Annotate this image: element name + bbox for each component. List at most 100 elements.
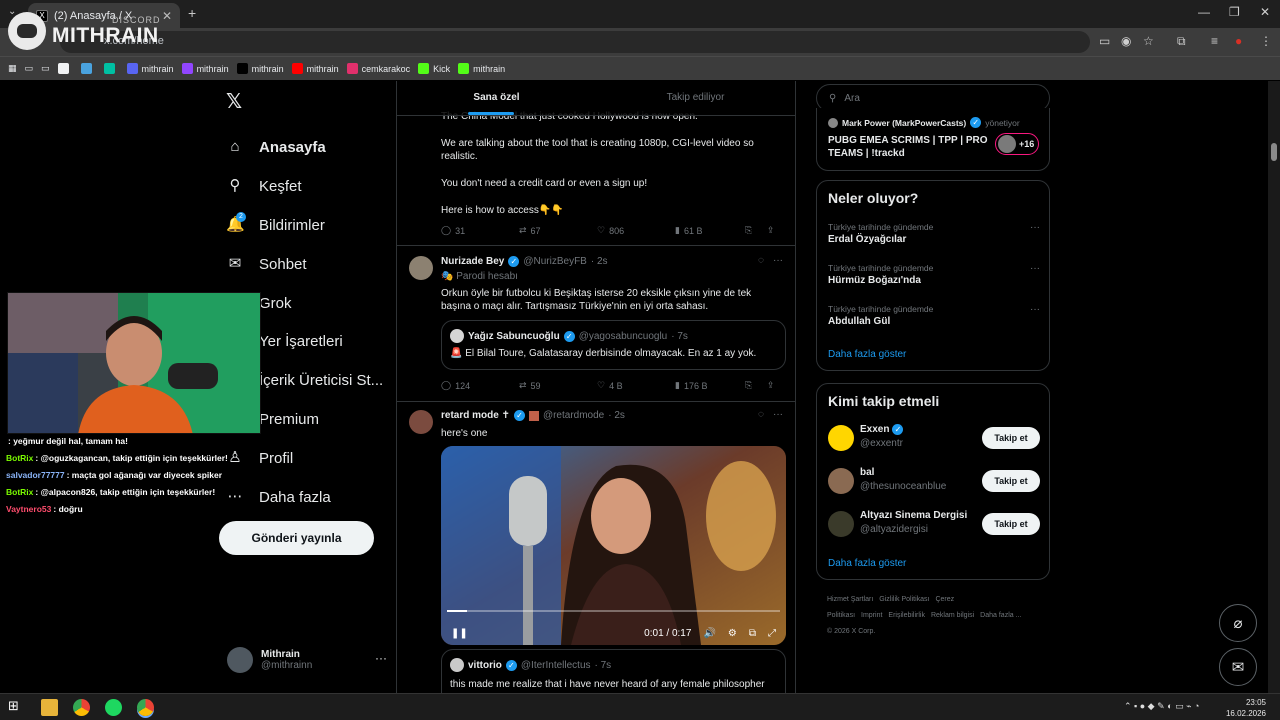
new-tab-button[interactable]: + <box>188 5 196 21</box>
community-card[interactable]: Mark Power (MarkPowerCasts) ✓ yönetiyor … <box>816 108 1050 171</box>
grok-icon[interactable]: ◌ <box>758 255 764 266</box>
reply-button[interactable]: ◯ 124 <box>441 380 519 391</box>
avatar[interactable] <box>828 511 854 537</box>
avatar[interactable] <box>828 425 854 451</box>
messages-fab-icon[interactable]: ✉ <box>1219 648 1257 686</box>
footer-link[interactable]: Daha fazla ... <box>980 612 1021 619</box>
file-explorer-icon[interactable] <box>41 699 58 716</box>
share-button[interactable]: ⇪ <box>767 380 775 391</box>
suggested-name[interactable]: bal <box>860 467 874 478</box>
maximize-icon[interactable]: ❐ <box>1229 5 1240 19</box>
bookmark-item[interactable] <box>57 63 73 74</box>
address-bar[interactable]: x.com/home <box>60 31 1090 53</box>
system-clock[interactable]: 23:05 16.02.2026 <box>1226 697 1266 719</box>
quoted-tweet[interactable]: vittorio ✓ @IterIntellectus · 7s this ma… <box>441 649 786 693</box>
footer-link[interactable]: Reklam bilgisi <box>931 612 974 619</box>
account-switcher[interactable]: Mithrain @mithrainn ··· <box>227 647 387 673</box>
grok-icon[interactable]: ◌ <box>758 409 764 420</box>
fullscreen-icon[interactable]: ⤢ <box>768 628 776 639</box>
trend-item[interactable]: Türkiye tarihinde gündemde Erdal Özyağcıl… <box>828 222 1040 245</box>
bookmark-button[interactable]: ⎘ <box>745 225 767 236</box>
repost-button[interactable]: ⇄ 59 <box>519 380 597 391</box>
avatar[interactable] <box>828 468 854 494</box>
avatar[interactable] <box>409 410 433 434</box>
reply-button[interactable]: ◯ 31 <box>441 225 519 236</box>
views-button[interactable]: ▮ 176 B <box>675 380 745 391</box>
like-button[interactable]: ♡ 4 B <box>597 380 675 391</box>
author-name[interactable]: retard mode ✝ <box>441 410 510 421</box>
more-icon[interactable]: ··· <box>1030 263 1040 274</box>
repost-button[interactable]: ⇄ 67 <box>519 225 597 236</box>
chrome-icon[interactable] <box>137 699 154 716</box>
avatar[interactable] <box>409 256 433 280</box>
share-button[interactable]: ⇪ <box>767 225 775 236</box>
media-icon[interactable]: ≡ <box>1211 34 1218 48</box>
bookmark-item[interactable]: cemkarakoc <box>346 63 410 74</box>
eye-off-icon[interactable]: ◉ <box>1121 34 1131 48</box>
post-button[interactable]: Gönderi yayınla <box>219 521 374 555</box>
nav-item-home[interactable]: ⌂ Anasayfa <box>226 138 325 156</box>
trend-item[interactable]: Türkiye tarihinde gündemde Hürmüz Boğazı'… <box>828 263 1040 286</box>
page-scrollbar[interactable] <box>1268 81 1280 693</box>
suggested-account[interactable]: Altyazı Sinema Dergisi @altyazidergisi Tak… <box>828 510 1040 540</box>
like-button[interactable]: ♡ 806 <box>597 225 675 236</box>
grok-fab-icon[interactable]: ⌀ <box>1219 604 1257 642</box>
menu-icon[interactable]: ⋮ <box>1260 34 1272 48</box>
bookmark-item[interactable]: mithrain <box>236 63 284 74</box>
bookmark-item[interactable]: mithrain <box>181 63 229 74</box>
x-logo-icon[interactable]: 𝕏 <box>226 89 242 114</box>
suggested-account[interactable]: bal @thesunoceanblue Takip et <box>828 467 1040 497</box>
show-more-link[interactable]: Daha fazla göster <box>828 558 906 569</box>
tweet-time[interactable]: · 2s <box>608 410 625 421</box>
author-name[interactable]: Nurizade Bey <box>441 256 504 267</box>
start-icon[interactable]: ⊞ <box>8 698 25 715</box>
bookmark-item[interactable] <box>103 63 119 74</box>
suggested-account[interactable]: Exxen ✓ @exxentr Takip et <box>828 424 1040 454</box>
settings-icon[interactable]: ⚙ <box>728 628 737 639</box>
tweet-time[interactable]: · 2s <box>591 256 608 267</box>
author-handle[interactable]: @retardmode <box>543 410 604 421</box>
footer-link[interactable]: Imprint <box>861 612 882 619</box>
spotify-icon[interactable] <box>105 699 122 716</box>
show-more-link[interactable]: Daha fazla göster <box>828 349 906 360</box>
bookmark-item[interactable] <box>80 63 96 74</box>
trend-item[interactable]: Türkiye tarihinde gündemde Abdullah Gül ··… <box>828 304 1040 327</box>
more-icon[interactable]: ··· <box>773 255 783 266</box>
apps-icon[interactable]: ▦ <box>8 63 17 74</box>
nav-item-search[interactable]: ⚲ Keşfet <box>226 177 302 195</box>
author-handle[interactable]: @NurizBeyFB <box>523 256 587 267</box>
extensions-icon[interactable]: ⧉ <box>1177 34 1186 49</box>
more-icon[interactable]: ··· <box>1030 304 1040 315</box>
folder-icon[interactable]: ▭ <box>25 63 34 74</box>
nav-item-mail[interactable]: ✉ Sohbet <box>226 255 307 273</box>
suggested-name[interactable]: Exxen <box>860 424 889 435</box>
community-members[interactable]: +16 <box>995 133 1039 155</box>
close-window-icon[interactable]: ✕ <box>1260 5 1270 19</box>
video-player[interactable]: ❚❚ 0:01 / 0:17 🔊 ⚙ ⧉ ⤢ <box>441 446 786 645</box>
pip-icon[interactable]: ⧉ <box>749 628 756 639</box>
footer-link[interactable]: Gizlilik Politikası <box>879 596 929 603</box>
star-icon[interactable]: ☆ <box>1143 34 1154 48</box>
volume-icon[interactable]: 🔊 <box>703 628 715 639</box>
bookmark-item[interactable]: Kick <box>418 63 450 74</box>
bookmark-item[interactable]: mithrain <box>291 63 339 74</box>
chrome-icon[interactable] <box>73 699 90 716</box>
follow-button[interactable]: Takip et <box>982 427 1040 449</box>
bookmark-item[interactable]: mithrain <box>458 63 505 74</box>
quoted-tweet[interactable]: Yağız Sabuncuoğlu ✓ @yagosabuncuoglu · 7… <box>441 320 786 370</box>
footer-link[interactable]: Erişilebilirlik <box>888 612 925 619</box>
pause-icon[interactable]: ❚❚ <box>451 628 468 639</box>
nav-item-bell[interactable]: 🔔 2 Bildirimler <box>226 212 325 234</box>
folder-icon[interactable]: ▭ <box>41 63 50 74</box>
follow-button[interactable]: Takip et <box>982 470 1040 492</box>
tab-for-you[interactable]: Sana özel <box>397 81 596 115</box>
minimize-icon[interactable]: — <box>1198 5 1210 19</box>
suggested-name[interactable]: Altyazı Sinema Dergisi <box>860 510 967 521</box>
scrollbar-thumb[interactable] <box>1271 143 1277 161</box>
follow-button[interactable]: Takip et <box>982 513 1040 535</box>
video-progress-bar[interactable] <box>447 610 780 612</box>
tab-close-icon[interactable]: ✕ <box>162 9 172 23</box>
bookmark-item[interactable]: mithrain <box>126 63 174 74</box>
more-icon[interactable]: ··· <box>1030 222 1040 233</box>
tab-following[interactable]: Takip ediliyor <box>596 81 795 115</box>
